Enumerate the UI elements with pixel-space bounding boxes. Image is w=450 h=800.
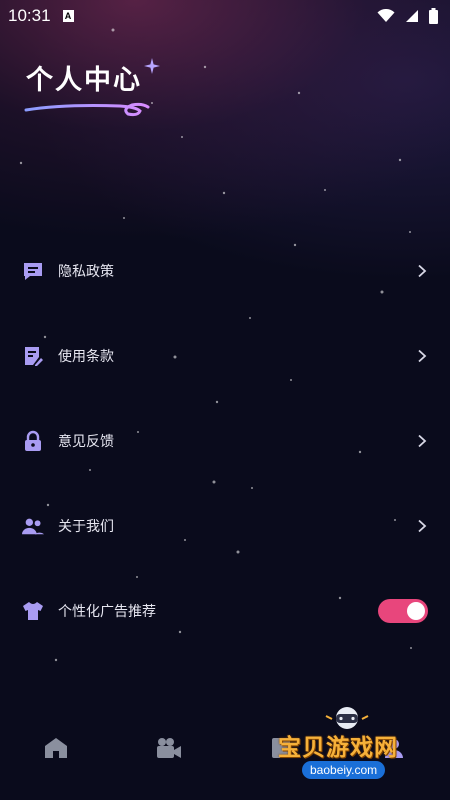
- notification-a-icon: A: [62, 10, 74, 22]
- chevron-right-icon: [418, 519, 427, 532]
- menu-item-privacy-policy[interactable]: 隐私政策: [0, 228, 450, 313]
- menu-item-label: 使用条款: [58, 348, 114, 365]
- chevron-right-icon: [418, 264, 427, 277]
- chevron-right-icon: [418, 434, 427, 447]
- chevron-right-icon: [418, 349, 427, 362]
- users-icon: [22, 515, 44, 537]
- lock-icon: [22, 430, 44, 452]
- watermark: 宝贝游戏网 baobeiy.com: [272, 706, 422, 786]
- menu-item-terms-of-use[interactable]: 使用条款: [0, 313, 450, 398]
- menu-item-feedback[interactable]: 意见反馈: [0, 398, 450, 483]
- menu-item-label: 关于我们: [58, 518, 114, 535]
- nav-item-video[interactable]: [113, 736, 226, 760]
- toggle-knob: [407, 601, 425, 620]
- status-bar: 10:31 A: [0, 0, 450, 32]
- title-underline-decoration: [24, 102, 150, 117]
- menu-item-label: 隐私政策: [58, 263, 114, 280]
- message-square-icon: [22, 260, 44, 282]
- watermark-text: 宝贝游戏网: [278, 735, 398, 761]
- sparkle-icon: [144, 58, 160, 74]
- status-time: 10:31: [8, 6, 51, 25]
- tshirt-icon: [22, 600, 44, 622]
- menu-item-personalized-ads: 个性化广告推荐: [0, 568, 450, 653]
- wifi-icon: [377, 9, 395, 22]
- page-title: 个人中心: [26, 65, 142, 96]
- personalized-ads-toggle[interactable]: [378, 598, 428, 623]
- nav-item-home[interactable]: [0, 736, 113, 760]
- home-icon: [45, 738, 68, 758]
- signal-icon: [406, 10, 418, 22]
- menu-item-label: 意见反馈: [58, 433, 114, 450]
- menu-item-label: 个性化广告推荐: [58, 603, 156, 620]
- menu-item-about-us[interactable]: 关于我们: [0, 483, 450, 568]
- document-edit-icon: [22, 345, 44, 367]
- status-icons: [377, 8, 438, 24]
- video-camera-icon: [156, 738, 181, 758]
- battery-icon: [429, 8, 438, 24]
- settings-menu: 隐私政策 使用条款 意见反馈 关于我们 个性化广告推荐: [0, 228, 450, 653]
- header: 个人中心: [24, 58, 160, 117]
- watermark-url: baobeiy.com: [302, 761, 386, 779]
